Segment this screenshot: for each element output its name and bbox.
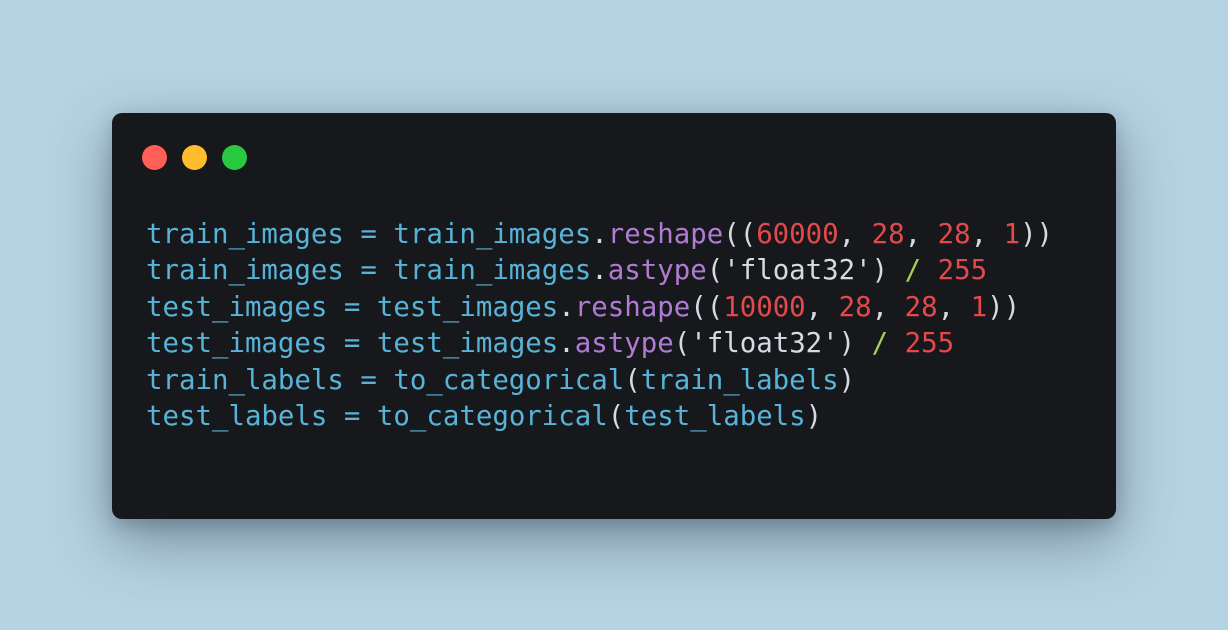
code-token-punc: )) [1020,219,1054,250]
code-token-ident: train_images [393,255,592,287]
code-token-method: reshape [574,291,691,323]
code-token-ident: test_labels [624,400,806,432]
code-block: train_images = train_images.reshape((600… [146,217,1053,435]
code-line: test_images = test_images.astype('float3… [146,326,1053,362]
code-token-num: 28 [871,219,905,250]
code-token-ident: test_images [376,291,559,323]
code-token-op: = [327,400,377,432]
code-token-num: 28 [838,291,872,323]
code-token-punc: , [838,219,872,250]
code-token-punc [921,255,938,286]
code-token-ident: train_labels [146,364,344,396]
code-token-op: = [327,328,377,360]
code-token-punc: . [558,291,575,323]
code-token-num: 255 [904,328,955,360]
code-token-ident: to_categorical [393,364,625,396]
code-token-ident: to_categorical [376,400,608,432]
code-token-str: 'float32' [690,328,839,360]
code-token-punc: , [904,219,938,250]
code-token-op: = [327,291,377,323]
code-token-punc: , [937,291,971,323]
code-window: train_images = train_images.reshape((600… [112,113,1116,519]
code-token-ident: test_images [146,328,328,360]
code-token-punc: ) [805,400,823,432]
code-token-punc: (( [690,291,724,323]
code-token-ident: test_images [146,291,328,323]
code-token-punc [888,328,905,359]
code-token-num: 60000 [756,219,839,250]
code-line: train_labels = to_categorical(train_labe… [146,363,1053,399]
code-token-punc: , [871,291,905,323]
code-token-punc: , [805,291,839,323]
window-controls [142,145,247,170]
code-line: test_images = test_images.reshape((10000… [146,290,1053,326]
code-token-punc: ( [624,364,641,396]
code-token-num: 28 [937,219,971,250]
code-line: train_images = train_images.astype('floa… [146,253,1053,289]
code-token-punc: , [970,219,1004,250]
code-token-ident: train_images [146,255,344,287]
code-token-method: astype [574,328,674,360]
code-token-punc: ) [838,364,856,396]
code-line: test_labels = to_categorical(test_labels… [146,399,1053,435]
code-token-method: reshape [607,219,724,250]
code-token-ident: test_images [376,328,559,360]
code-token-method: astype [607,255,707,287]
code-token-ident: test_labels [146,400,328,432]
code-token-num: 255 [937,255,988,287]
code-token-num: 1 [1003,219,1021,250]
code-token-ident: train_labels [640,364,839,396]
code-token-num: 28 [904,291,938,323]
code-token-punc: . [591,219,608,250]
code-token-op: = [343,255,394,287]
code-token-punc: ) [871,255,905,287]
code-token-punc: (( [723,219,757,250]
code-token-str: 'float32' [723,255,872,287]
minimize-window-dot[interactable] [182,145,207,170]
code-token-punc: . [558,328,575,360]
code-line: train_images = train_images.reshape((600… [146,217,1053,253]
code-token-punc: . [591,255,608,287]
code-token-ident: train_images [393,219,592,250]
zoom-window-dot[interactable] [222,145,247,170]
code-token-op: = [343,364,394,396]
code-token-div: / [871,328,889,360]
code-token-num: 10000 [723,291,806,323]
code-token-punc: ( [706,255,724,287]
close-window-dot[interactable] [142,145,167,170]
code-token-punc: ( [673,328,691,360]
code-token-punc: ) [838,328,872,360]
code-token-num: 1 [970,291,988,323]
code-token-div: / [904,255,922,287]
code-token-punc: )) [987,291,1021,323]
code-token-punc: ( [607,400,625,432]
code-token-op: = [343,219,394,250]
code-token-ident: train_images [146,219,344,250]
